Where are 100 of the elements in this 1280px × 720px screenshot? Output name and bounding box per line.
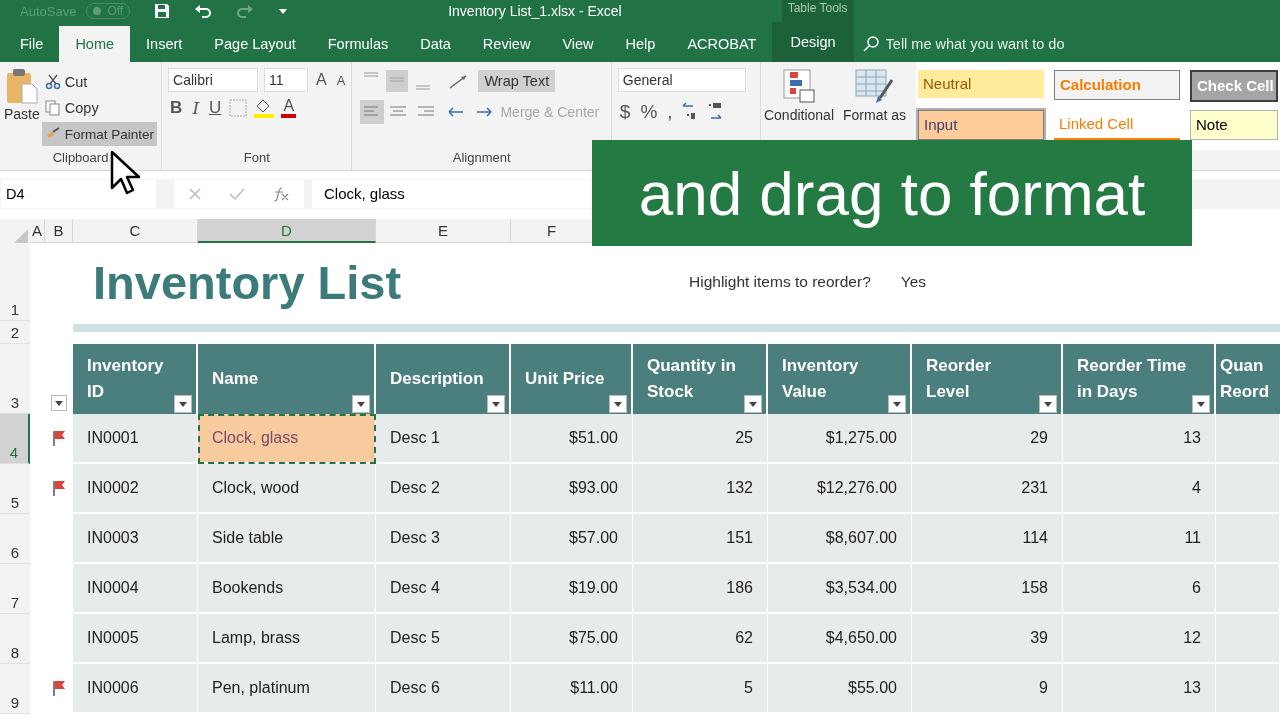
- column-heading: Description: [390, 368, 484, 390]
- table-cell: Bookends: [198, 564, 376, 614]
- table-cell: 114: [912, 514, 1063, 564]
- check-icon[interactable]: [229, 187, 245, 201]
- ribbon-tab[interactable]: Formulas: [311, 26, 405, 62]
- table-cell: Lamp, brass: [198, 614, 376, 664]
- sheet-title: Inventory List: [93, 254, 402, 310]
- font-style-button[interactable]: B: [168, 98, 185, 118]
- copy-icon: [44, 100, 61, 116]
- undo-icon[interactable]: [194, 3, 213, 19]
- font-style-button[interactable]: I: [190, 98, 202, 118]
- table-cell: 29: [912, 414, 1063, 464]
- filter-dropdown-icon[interactable]: [352, 395, 370, 413]
- font-name-field[interactable]: Calibri: [168, 68, 259, 92]
- cell-style-option[interactable]: Note: [1190, 110, 1278, 140]
- table-cell: IN0006: [73, 664, 198, 714]
- column-header[interactable]: E: [376, 219, 511, 243]
- row-header[interactable]: 9: [0, 664, 30, 714]
- wrap-text-button[interactable]: Wrap Text: [478, 70, 556, 92]
- filter-dropdown-icon[interactable]: [1192, 395, 1210, 413]
- function-icon[interactable]: [272, 186, 291, 202]
- copy-button[interactable]: Copy: [41, 96, 158, 120]
- fill-color-icon[interactable]: [253, 98, 276, 118]
- table-cell: 13: [1063, 414, 1216, 464]
- ribbon-tab[interactable]: Review: [466, 26, 547, 62]
- ribbon-tab[interactable]: View: [546, 26, 610, 62]
- font-color-button[interactable]: A: [281, 98, 297, 118]
- ribbon-tab[interactable]: ACROBAT: [671, 26, 773, 62]
- row-header[interactable]: 8: [0, 614, 30, 664]
- context-label: Table Tools: [781, 0, 854, 22]
- table-cell: $93.00: [511, 464, 633, 514]
- cut-button[interactable]: Cut: [41, 70, 158, 94]
- table-cell: 25: [633, 414, 768, 464]
- format-painter-button[interactable]: Format Painter: [41, 122, 158, 146]
- ribbon-tab[interactable]: Data: [404, 26, 467, 62]
- filter-dropdown-icon[interactable]: [744, 395, 762, 413]
- group-label: Alignment: [451, 150, 512, 165]
- ribbon-tab[interactable]: Design: [772, 22, 854, 62]
- save-icon[interactable]: [154, 3, 171, 19]
- number-format-field[interactable]: General: [617, 68, 746, 92]
- filter-dropdown-icon[interactable]: [609, 395, 627, 413]
- column-heading: Inventory ID: [87, 355, 165, 403]
- formula-field[interactable]: Clock, glass: [312, 180, 592, 208]
- row-header[interactable]: 7: [0, 564, 30, 614]
- caret-icon[interactable]: [278, 6, 289, 16]
- ribbon-tab[interactable]: Insert: [130, 26, 199, 62]
- search-icon: [861, 35, 880, 53]
- number-format-button[interactable]: ,: [665, 101, 675, 123]
- font-size-button[interactable]: A: [314, 71, 329, 89]
- table-cell: 12: [1063, 614, 1216, 664]
- table-cell: IN0004: [73, 564, 198, 614]
- filter-dropdown-icon[interactable]: [174, 395, 192, 413]
- name-box[interactable]: D4: [1, 180, 156, 208]
- column-header[interactable]: B: [45, 219, 73, 243]
- ribbon-tab[interactable]: Page Layout: [198, 26, 312, 62]
- conditional-formatting-icon: [782, 68, 816, 104]
- filter-dropdown-icon[interactable]: [888, 395, 906, 413]
- format-as-table-button[interactable]: Format as: [837, 62, 912, 136]
- row-header[interactable]: 3: [0, 344, 30, 414]
- ribbon-tab[interactable]: File: [4, 26, 60, 62]
- cell-style-option[interactable]: Neutral: [918, 70, 1044, 98]
- row-header[interactable]: 6: [0, 514, 30, 564]
- highlight-value[interactable]: Yes: [900, 273, 927, 291]
- group-label: Clipboard: [51, 150, 110, 165]
- column-header[interactable]: F: [511, 219, 593, 243]
- table-cell: 186: [633, 564, 768, 614]
- paste-button[interactable]: Paste: [4, 68, 40, 146]
- row-header[interactable]: 4: [0, 414, 30, 464]
- group-label: Font: [242, 150, 271, 165]
- column-header[interactable]: C: [73, 219, 198, 243]
- table-cell: $19.00: [511, 564, 633, 614]
- ribbon-tab[interactable]: Help: [609, 26, 672, 62]
- conditional-formatting-button[interactable]: Conditional: [761, 62, 837, 136]
- column-heading: Inventory Value: [782, 355, 860, 403]
- table-cell: 9: [912, 664, 1063, 714]
- filter-dropdown-icon[interactable]: [487, 395, 505, 413]
- table-cell: $8,607.00: [768, 514, 912, 564]
- number-format-button[interactable]: $: [617, 101, 633, 123]
- table-cell: Desc 5: [376, 614, 511, 664]
- font-style-button[interactable]: U: [207, 98, 224, 118]
- row-header[interactable]: 2: [0, 321, 30, 344]
- table-cell: $4,650.00: [768, 614, 912, 664]
- dropdown-icon[interactable]: [51, 395, 67, 411]
- row-header[interactable]: 1: [0, 243, 30, 321]
- tell-me-field[interactable]: Tell me what you want to do: [883, 35, 1128, 53]
- table-cell: Desc 3: [376, 514, 511, 564]
- table-cell: 151: [633, 514, 768, 564]
- column-header[interactable]: A: [30, 219, 45, 243]
- font-size-button[interactable]: A: [334, 72, 348, 88]
- table-cell: 11: [1063, 514, 1216, 564]
- table-cell: 39: [912, 614, 1063, 664]
- number-format-button[interactable]: %: [638, 101, 660, 123]
- filter-dropdown-icon[interactable]: [1039, 395, 1057, 413]
- cell-style-option[interactable]: Input: [918, 110, 1044, 140]
- brush-icon: [44, 127, 61, 141]
- table-cell: $51.00: [511, 414, 633, 464]
- ribbon-tab[interactable]: Home: [59, 26, 131, 62]
- column-header[interactable]: D: [198, 219, 376, 243]
- row-header[interactable]: 5: [0, 464, 30, 514]
- font-size-field[interactable]: 11: [264, 68, 309, 92]
